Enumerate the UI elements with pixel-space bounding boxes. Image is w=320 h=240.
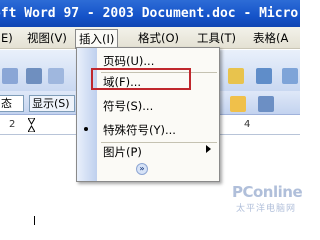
menu-insert[interactable]: 插入(I) [75,29,119,49]
ruler-number: 4 [244,119,251,130]
undo-icon[interactable] [282,68,298,84]
print-icon[interactable] [26,68,42,84]
format-painter-icon[interactable] [256,68,272,84]
submenu-arrow-icon [206,145,211,153]
menu-table[interactable]: 表格(A [250,29,291,47]
text-cursor [34,216,35,225]
watermark-subtitle: 太平洋电脑网 [236,204,297,214]
menu-item-picture[interactable]: 图片(P) [103,142,142,162]
indent-marker[interactable] [27,117,36,133]
ruler-number: 2 [9,119,16,130]
window-title: oft Word 97 - 2003 Document.doc - Micro [0,6,299,21]
menu-item-special-symbol[interactable]: 特殊符号(Y)... [103,120,176,140]
expand-menu-icon[interactable]: » [136,163,148,175]
title-bar: oft Word 97 - 2003 Document.doc - Micro [0,0,300,27]
paste-icon[interactable] [228,68,244,84]
menu-item-symbol[interactable]: 符号(S)... [103,96,153,116]
display-select[interactable]: 显示(S) [29,95,75,112]
font-color-icon[interactable] [258,96,274,112]
menu-format[interactable]: 格式(O) [135,29,182,47]
menu-bar: E) 视图(V) 插入(I) 格式(O) 工具(T) 表格(A [0,27,300,49]
bullet-icon [84,127,88,131]
menu-view[interactable]: 视图(V) [24,29,70,47]
open-icon[interactable] [2,68,18,84]
style-select[interactable]: 态 [0,95,24,112]
menu-edit[interactable]: E) [0,29,16,47]
watermark-logo: PConline [232,183,303,201]
field-highlight-box [91,68,191,90]
highlight-icon[interactable] [230,96,246,112]
menu-tools[interactable]: 工具(T) [194,29,239,47]
print-preview-icon[interactable] [48,68,64,84]
